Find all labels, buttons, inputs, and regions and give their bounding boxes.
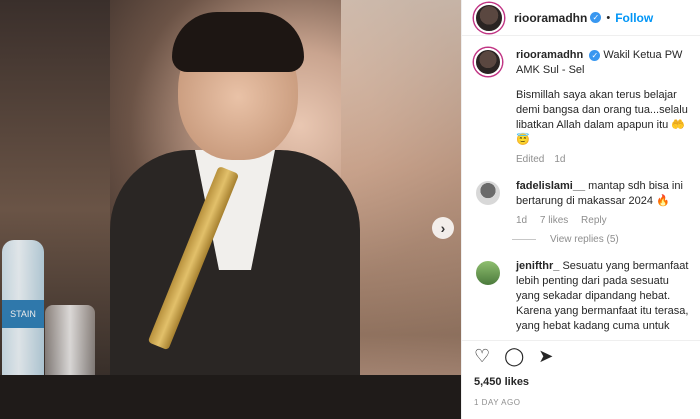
comment-age: 1d xyxy=(516,215,528,226)
follow-button[interactable]: Follow xyxy=(615,11,653,25)
likes-count[interactable]: 5,450 likes xyxy=(474,376,529,388)
replies-divider xyxy=(512,239,536,240)
heart-icon[interactable]: ♡ xyxy=(474,346,490,367)
comments-scroll[interactable]: riooramadhn ✓ Wakil Ketua PW AMK Sul - S… xyxy=(462,36,700,336)
caption-line2: Bismillah saya akan terus belajar demi b… xyxy=(516,89,688,131)
comment-likes[interactable]: 7 likes xyxy=(540,215,568,226)
comment-item: fadelislami__ mantap sdh bisa ini bertar… xyxy=(462,165,700,226)
view-replies-label[interactable]: View replies (5) xyxy=(550,234,619,245)
post-header: riooramadhn ✓ • Follow xyxy=(462,0,700,36)
view-replies[interactable]: View replies (5) xyxy=(462,226,700,245)
comment-item: jenifthr_ Sesuatu yang bermanfaat lebih … xyxy=(462,245,700,334)
action-bar: ♡ ◯ ➤ xyxy=(462,340,700,371)
bottle-label: STAIN xyxy=(2,300,44,328)
avatar[interactable] xyxy=(474,2,504,33)
post-image[interactable]: STAIN › xyxy=(0,0,461,419)
caption-avatar[interactable] xyxy=(474,48,502,76)
comment-username[interactable]: fadelislami__ xyxy=(516,180,585,192)
caption-edited: Edited xyxy=(516,154,545,165)
caption-age: 1d xyxy=(554,154,566,165)
caption-username[interactable]: riooramadhn xyxy=(516,49,583,61)
post-panel: riooramadhn ✓ • Follow riooramadhn ✓ Wak… xyxy=(461,0,700,419)
post-date: 1 DAY AGO xyxy=(474,398,521,407)
caption: riooramadhn ✓ Wakil Ketua PW AMK Sul - S… xyxy=(462,36,700,165)
comment-avatar[interactable] xyxy=(474,259,502,287)
chevron-right-icon[interactable]: › xyxy=(432,217,454,239)
verified-badge-icon: ✓ xyxy=(590,12,602,23)
header-username[interactable]: riooramadhn xyxy=(514,11,587,25)
separator-dot: • xyxy=(606,11,611,24)
comment-username[interactable]: jenifthr_ xyxy=(516,260,559,272)
verified-badge-icon: ✓ xyxy=(589,50,601,61)
share-icon[interactable]: ➤ xyxy=(538,346,553,367)
table xyxy=(0,375,461,419)
hair xyxy=(172,12,304,72)
comment-icon[interactable]: ◯ xyxy=(504,346,524,367)
reply-button[interactable]: Reply xyxy=(581,215,607,226)
comment-avatar[interactable] xyxy=(474,179,502,207)
